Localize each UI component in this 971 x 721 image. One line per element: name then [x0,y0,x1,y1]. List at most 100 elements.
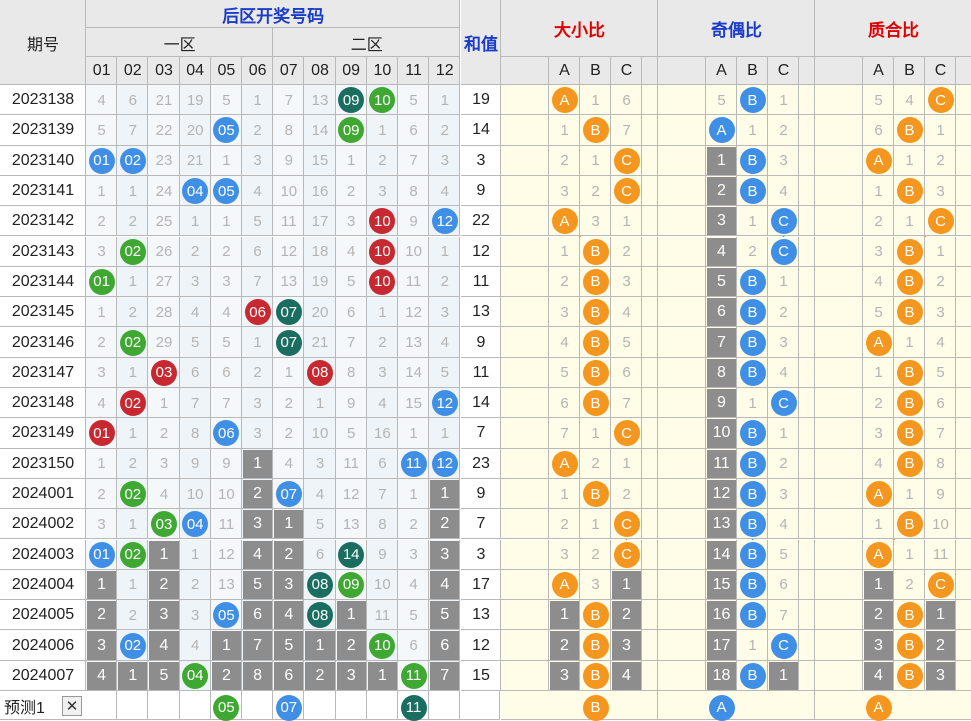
parity-hit-ball: C [770,632,797,659]
size-hit-ball: B [582,238,609,265]
repeat-count-cell: 1 [87,570,117,600]
miss-count: 10 [311,424,329,442]
size-repeat-cell: 2 [550,631,579,660]
period-cell: 2023140 [11,151,75,169]
period-cell: 2023149 [11,424,75,442]
miss-count: 1 [347,152,356,170]
grid-cell [799,660,815,691]
grid-cell [799,115,815,146]
miss-count: 1 [253,91,262,109]
sum-cell: 9 [476,333,486,351]
miss-count: 1 [97,455,106,473]
grid-cell [642,297,658,328]
size-miss-count: 7 [560,424,569,442]
miss-count: 14 [311,121,329,139]
size-hit-ball: C [613,147,640,174]
prime-miss-count: 11 [932,546,949,564]
miss-count: 1 [409,424,418,442]
miss-count: 4 [378,394,387,412]
miss-count: 1 [315,394,325,412]
miss-count: 2 [159,424,169,442]
size-hit-ball: A [551,87,578,114]
size-miss-count: 1 [560,485,569,503]
repeat-count-cell: 1 [336,601,366,630]
miss-count: 3 [315,455,325,473]
grid-cell [799,327,815,358]
size-abc-header: A [559,62,570,79]
miss-count: 4 [159,485,169,503]
grid-cell [956,236,971,267]
sum-cell: 15 [472,666,490,684]
miss-count: 3 [378,364,387,382]
parity-miss-count: 2 [779,303,788,321]
miss-count: 2 [253,364,262,382]
parity-hit-ball: B [739,147,766,174]
drawn-number-ball: 01 [88,268,115,295]
miss-count: 12 [405,303,422,321]
miss-count: 11 [280,212,297,230]
miss-count: 1 [378,121,387,139]
size-hit-ball: B [582,268,609,295]
grid-cell [799,236,815,267]
prime-miss-count: 1 [874,515,883,533]
miss-count: 9 [222,455,231,473]
grid-cell [642,145,658,176]
repeat-count-cell: 3 [274,570,304,600]
miss-count: 27 [155,273,173,291]
miss-count: 5 [440,364,449,382]
parity-miss-count: 3 [779,152,788,170]
number-column-header: 12 [435,62,454,79]
grid-cell [642,630,658,661]
grid-cell [658,206,706,237]
miss-count: 5 [253,212,262,230]
size-predicted-ball: B [582,694,609,721]
grid-cell [117,691,149,720]
size-miss-count: 1 [591,152,600,170]
drawn-number-ball: 08 [307,571,333,598]
miss-count: 4 [191,303,200,321]
repeat-count-cell: 5 [274,631,304,660]
repeat-count-cell: 6 [274,661,304,690]
parity-miss-count: 1 [779,273,788,291]
sum-cell: 13 [472,606,490,624]
size-miss-count: 3 [560,182,569,200]
repeat-count-cell: 5 [243,570,273,600]
miss-count: 3 [97,243,106,261]
prime-hit-ball: B [896,117,923,144]
miss-count: 1 [128,424,137,442]
miss-count: 2 [191,243,200,261]
period-cell: 2023139 [11,121,75,139]
close-icon[interactable]: ✕ [62,696,82,716]
prime-miss-count: 2 [936,152,945,170]
miss-count: 1 [440,91,449,109]
miss-count: 2 [128,212,137,230]
prime-abc-header: B [904,62,915,79]
prime-repeat-cell: 2 [926,631,955,660]
grid-cell [799,478,815,510]
drawn-number-ball: 06 [244,299,271,326]
drawn-number-ball: 02 [119,329,146,356]
grid-cell [658,85,706,116]
grid-cell [658,509,706,540]
miss-count: 19 [311,273,329,291]
parity-hit-ball: B [739,329,766,356]
repeat-count-cell: 1 [211,631,241,660]
parity-repeat-cell: 13 [707,510,736,539]
parity-repeat-cell: 6 [707,298,736,327]
miss-count: 10 [280,182,298,200]
grid-cell [799,175,815,207]
miss-count: 2 [440,273,449,291]
repeat-count-cell: 4 [274,601,304,630]
grid-cell [658,266,706,298]
size-miss-count: 3 [560,546,569,564]
prime-miss-count: 10 [932,515,949,533]
parity-hit-ball: A [708,117,735,144]
size-miss-count: 7 [622,394,631,412]
prime-repeat-cell: 4 [864,661,893,690]
drawn-number-ball: 02 [119,147,146,174]
miss-count: 21 [186,152,204,170]
miss-count: 7 [284,91,293,109]
miss-count: 4 [97,394,106,412]
miss-count: 6 [409,637,418,655]
grid-cell [658,539,706,570]
